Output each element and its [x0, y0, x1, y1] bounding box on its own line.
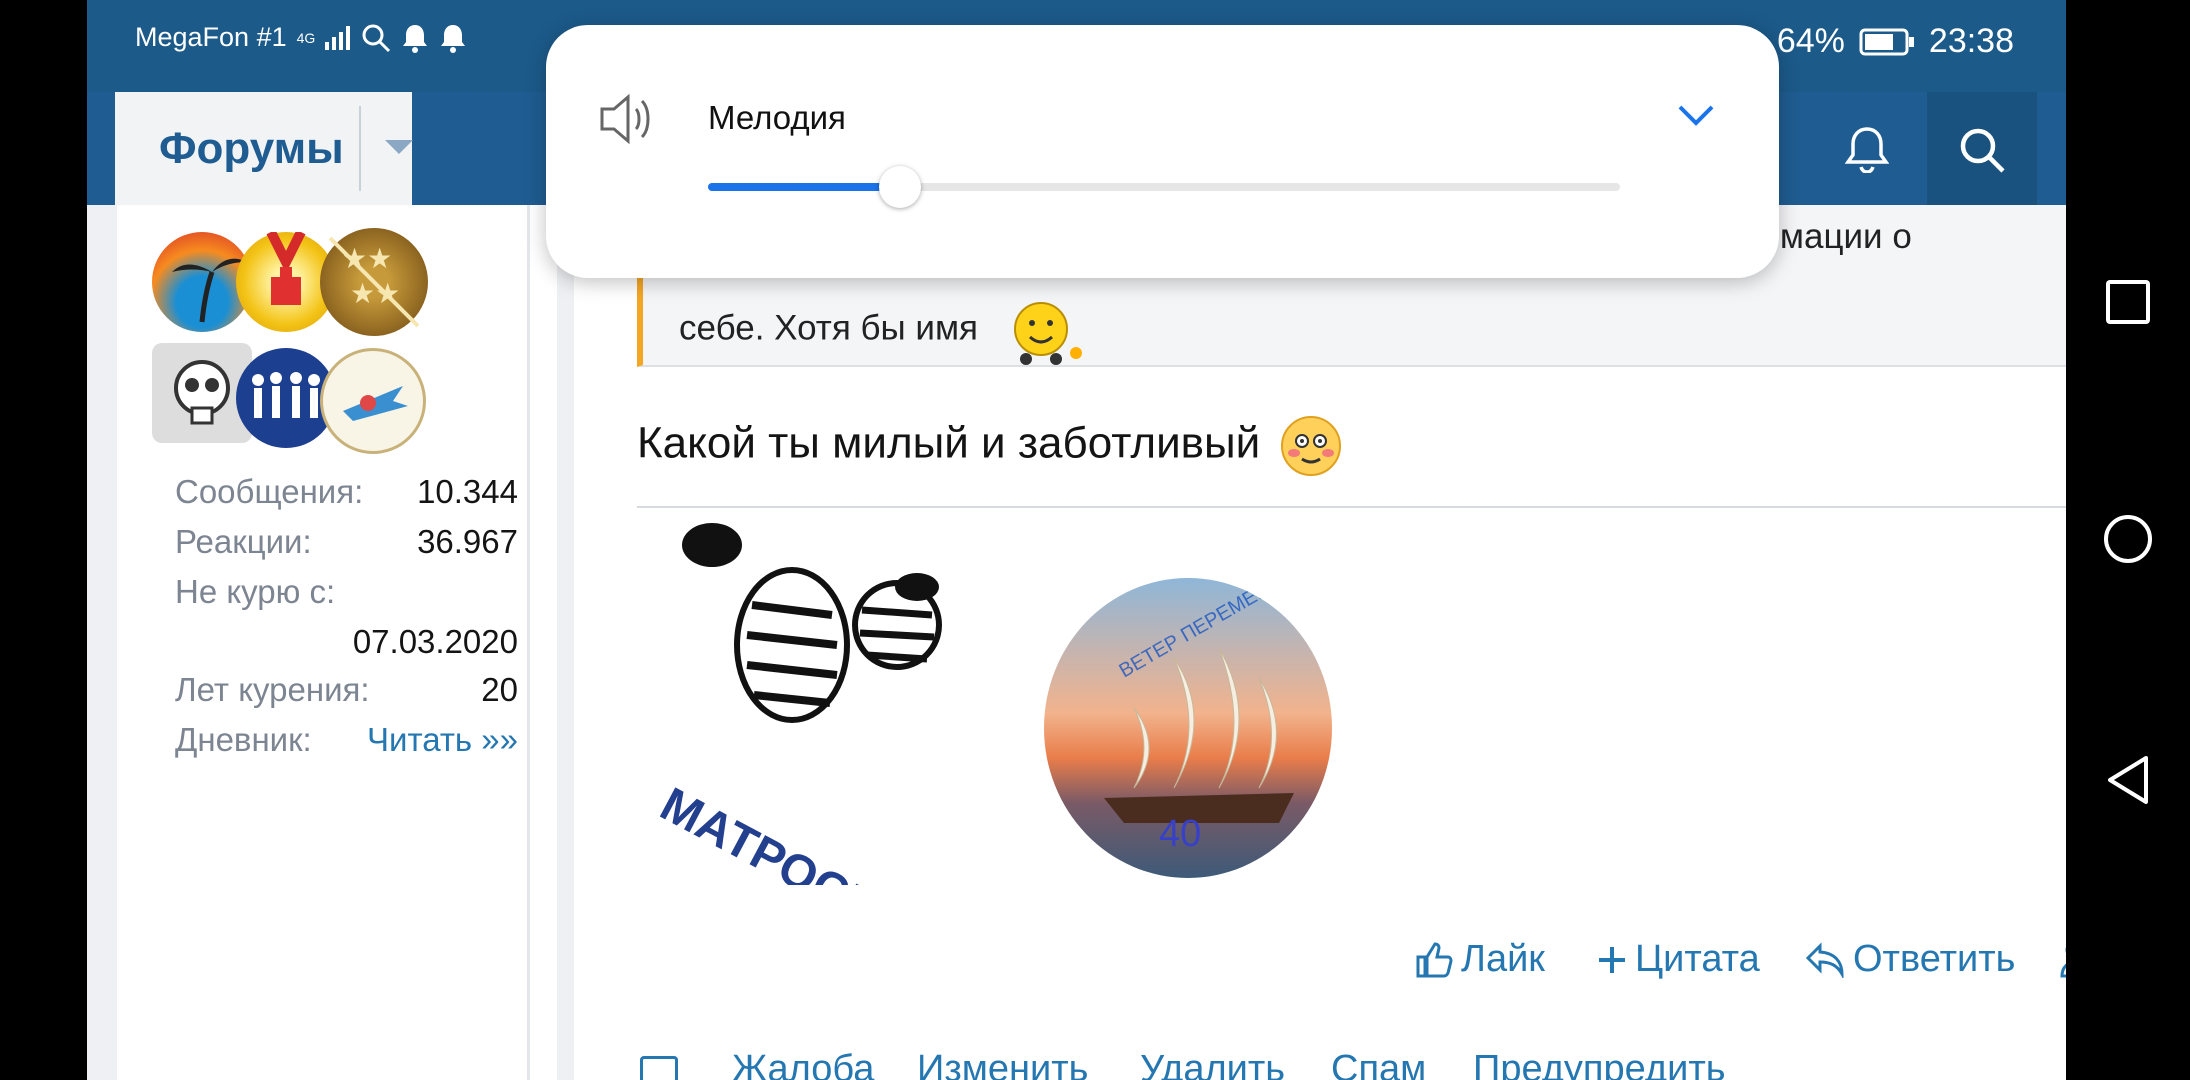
- dancing-smiley-icon: [1013, 302, 1082, 365]
- stat-quit-date: Не курю с: 07.03.2020: [175, 573, 518, 660]
- stat-messages: Сообщения: 10.344: [175, 473, 518, 511]
- warn-link[interactable]: Предупредить: [1473, 1048, 1726, 1080]
- system-navigation-bar: [2066, 0, 2190, 1080]
- ship-badge-number: 40: [1159, 813, 1201, 855]
- network-type: 4G: [296, 29, 316, 46]
- svg-text:ВЕТЕР ПЕРЕМЕН: ВЕТЕР ПЕРЕМЕН: [1116, 578, 1274, 682]
- browser-page: MegaFon #1 4G 64% 23:38 Форумы ★★ ★★ Соо…: [87, 0, 2066, 1080]
- stat-label: Реакции:: [175, 523, 312, 560]
- diary-read-link[interactable]: Читать »»: [367, 721, 518, 759]
- reply-label: Ответить: [1853, 938, 2016, 980]
- forums-tab-label: Форумы: [159, 123, 344, 173]
- forums-tab[interactable]: Форумы: [115, 92, 413, 205]
- stat-value: 07.03.2020: [352, 623, 518, 660]
- battery-percent: 64%: [1776, 22, 1845, 60]
- bell-notification-icon: [403, 24, 428, 53]
- edit-link[interactable]: Изменить: [917, 1048, 1088, 1080]
- user-sidebar: ★★ ★★ Сообщения: 10.344 Реакции: 36.967 Н…: [117, 205, 557, 1080]
- speaker-icon[interactable]: [598, 91, 658, 147]
- ship-40-signature-image: ВЕТЕР ПЕРЕМЕН 40: [1044, 578, 1332, 878]
- quote-button[interactable]: Цитата: [1597, 938, 1760, 981]
- stat-label: Дневник:: [175, 721, 312, 758]
- search-button[interactable]: [1927, 92, 2037, 205]
- stat-value: 10.344: [417, 473, 518, 510]
- carrier-name: MegaFon #1: [135, 22, 287, 52]
- stat-reactions: Реакции: 36.967: [175, 523, 518, 561]
- user-icon: [2060, 946, 2066, 978]
- volume-stream-label: Мелодия: [708, 99, 846, 136]
- chevron-down-icon[interactable]: [1676, 101, 1716, 129]
- reply-icon: [1805, 941, 1844, 978]
- volume-slider[interactable]: [708, 166, 1620, 208]
- stat-label: Не курю с:: [175, 573, 336, 610]
- post-message-text: Какой ты милый и заботливый: [637, 418, 1261, 468]
- stat-value: 36.967: [417, 523, 518, 560]
- volume-slider-thumb[interactable]: [878, 166, 921, 208]
- column-divider: [527, 205, 530, 1080]
- reply-button[interactable]: Ответить: [1805, 938, 2015, 981]
- chevron-down-icon[interactable]: [385, 140, 413, 154]
- stat-diary: Дневник: Читать »»: [175, 721, 518, 759]
- volume-slider-fill: [708, 183, 900, 191]
- plus-icon: [1599, 946, 1625, 973]
- stars-trophy-icon[interactable]: ★★ ★★: [320, 228, 428, 336]
- like-button[interactable]: Лайк: [1415, 938, 1545, 981]
- stat-label: Сообщения:: [175, 473, 364, 510]
- volume-panel: Мелодия: [546, 25, 1779, 278]
- like-label: Лайк: [1461, 938, 1545, 980]
- blushing-smiley-icon: [1281, 416, 1342, 476]
- user-menu-button[interactable]: [2059, 938, 2066, 978]
- forums-tab-divider: [359, 106, 361, 191]
- stat-label: Лет курения:: [175, 671, 370, 708]
- spam-link[interactable]: Спам: [1331, 1048, 1426, 1080]
- home-icon[interactable]: [2102, 513, 2154, 565]
- quote-text: себе. Хотя бы имя: [679, 295, 1086, 365]
- post-message: Какой ты милый и заботливый: [637, 415, 1342, 477]
- stat-value: 20: [481, 671, 518, 708]
- search-icon: [1960, 128, 2005, 173]
- battery-icon: [1859, 28, 1914, 55]
- airplane-trophy-icon[interactable]: [320, 348, 426, 454]
- clock: 23:38: [1928, 22, 2014, 60]
- signature-text: МАТРОСЫ НА ЗЕБРАХ 21: [652, 778, 1042, 885]
- delete-link[interactable]: Удалить: [1140, 1048, 1285, 1080]
- signature-divider: [637, 506, 2066, 508]
- report-link[interactable]: Жалоба: [732, 1048, 874, 1080]
- select-post-checkbox[interactable]: [640, 1056, 678, 1080]
- bell-notification-icon-2: [441, 24, 466, 53]
- quote-label: Цитата: [1635, 938, 1760, 980]
- alerts-button[interactable]: [1812, 92, 1922, 205]
- stat-smoking-years: Лет курения: 20: [175, 671, 518, 709]
- back-icon[interactable]: [2104, 754, 2152, 806]
- search-notification-icon: [362, 24, 391, 52]
- recent-apps-icon[interactable]: [2104, 278, 2152, 326]
- thumbs-up-icon: [1416, 941, 1453, 977]
- bell-icon: [1845, 126, 1889, 173]
- signal-icon: [325, 25, 351, 50]
- zebra-sailors-signature-image: МАТРОСЫ НА ЗЕБРАХ 21: [652, 523, 1042, 885]
- quote-text-line: себе. Хотя бы имя: [679, 308, 978, 348]
